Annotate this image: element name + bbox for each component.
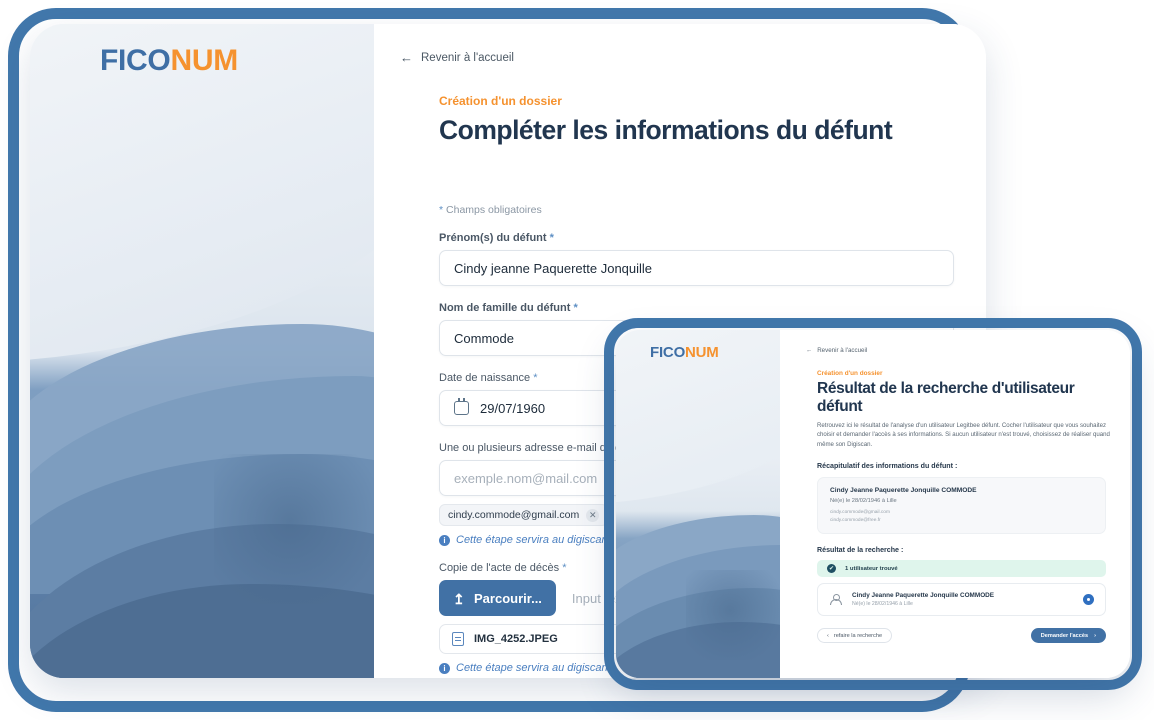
result-title: Résultat de la recherche d'utilisateur d… [817, 380, 1075, 415]
input-firstname[interactable]: Cindy jeanne Paquerette Jonquille [439, 250, 954, 286]
info-icon: i [439, 662, 450, 674]
input-email-placeholder: exemple.nom@mail.com [454, 470, 598, 486]
logo-part-fico: FICO [650, 344, 686, 361]
digiscan-hint-2-label: Cette étape servira au digiscan [456, 662, 608, 674]
required-note-label: Champs obligatoires [446, 204, 542, 216]
required-asterisk: * [573, 302, 578, 314]
result-intro: Retrouvez ici le résultat de l'analyse d… [817, 422, 1110, 448]
recap-heading: Récapitulatif des informations du défunt… [817, 462, 958, 471]
request-access-button[interactable]: Demander l'accès › [1030, 628, 1106, 644]
required-asterisk: * [562, 562, 567, 574]
success-badge: ✔ 1 utilisateur trouvé [817, 560, 1106, 578]
required-asterisk: * [533, 372, 538, 384]
redo-search-label: refaire la recherche [833, 632, 883, 639]
brand-panel: FICONUM [30, 24, 374, 678]
required-asterisk: * [439, 204, 444, 216]
search-result-card: FICONUM ← Revenir à l'accueil Création d… [616, 330, 1130, 678]
arrow-left-icon: ← [400, 50, 413, 65]
browse-button-label: Parcourir... [474, 590, 542, 606]
result-row-texts: Cindy Jeanne Paquerette Jonquille COMMOD… [852, 592, 994, 608]
digiscan-hint-label: Cette étape servira au digiscan [456, 534, 608, 546]
close-icon[interactable]: ✕ [586, 508, 600, 522]
document-icon [452, 632, 464, 646]
back-to-home-link[interactable]: ← Revenir à l'accueil [400, 50, 514, 65]
required-asterisk: * [549, 232, 554, 244]
check-icon: ✔ [827, 564, 836, 574]
logo-part-num: NUM [170, 44, 238, 77]
label-firstname: Prénom(s) du défunt * [439, 232, 954, 244]
action-bar: ‹ refaire la recherche Demander l'accès … [817, 628, 1106, 644]
input-firstname-value: Cindy jeanne Paquerette Jonquille [454, 260, 653, 276]
info-icon: i [439, 534, 450, 546]
browse-button[interactable]: Parcourir... [439, 580, 556, 616]
back-link-label: Revenir à l'accueil [421, 51, 514, 64]
result-row-birth: Né(e) le 28/02/1946 à Lille [852, 601, 913, 608]
email-chip[interactable]: cindy.commode@gmail.com ✕ [439, 504, 609, 526]
radio-button-selected[interactable] [1083, 594, 1094, 606]
logo-ficonum: FICONUM [100, 44, 238, 78]
label-lastname-text: Nom de famille du défunt [439, 302, 571, 314]
result-row[interactable]: Cindy Jeanne Paquerette Jonquille COMMOD… [817, 583, 1106, 617]
request-access-label: Demander l'accès [1040, 632, 1089, 639]
result-row-name: Cindy Jeanne Paquerette Jonquille COMMOD… [852, 591, 995, 599]
upload-icon [453, 592, 466, 605]
success-badge-label: 1 utilisateur trouvé [845, 565, 898, 572]
recap-box: Cindy Jeanne Paquerette Jonquille COMMOD… [817, 477, 1106, 535]
result-body: Création d'un dossier Résultat de la rec… [817, 370, 1110, 644]
label-death-certificate-text: Copie de l'acte de décès [439, 562, 560, 574]
calendar-icon [454, 398, 469, 415]
result-heading: Résultat de la recherche : [817, 546, 904, 555]
recap-emails: cindy.commode@gmail.com cindy.commode@fr… [830, 510, 890, 523]
result-eyebrow: Création d'un dossier [817, 370, 883, 377]
label-firstname-text: Prénom(s) du défunt [439, 232, 547, 244]
recap-birth: Né(e) le 28/02/1946 à Lille [830, 498, 897, 505]
input-birthdate-value: 29/07/1960 [480, 400, 546, 416]
logo-part-num: NUM [685, 344, 719, 361]
page-title: Compléter les informations du défunt [439, 115, 893, 145]
back-link-label: Revenir à l'accueil [817, 347, 868, 354]
user-icon [829, 593, 842, 606]
chevron-right-icon: › [1094, 632, 1096, 639]
decorative-blob [686, 570, 780, 660]
label-lastname: Nom de famille du défunt * [439, 302, 954, 314]
arrow-left-icon: ← [806, 347, 813, 354]
recap-name: Cindy Jeanne Paquerette Jonquille COMMOD… [830, 487, 977, 495]
logo-part-fico: FICO [100, 44, 171, 77]
back-to-home-link-secondary[interactable]: ← Revenir à l'accueil [806, 347, 867, 354]
form-eyebrow: Création d'un dossier [439, 94, 562, 108]
label-birthdate-text: Date de naissance [439, 372, 531, 384]
uploaded-file-name: IMG_4252.JPEG [474, 633, 558, 645]
screenshot-stage: FICONUM ← Revenir à l'accueil Création d… [0, 0, 1154, 720]
logo-ficonum-secondary: FICONUM [650, 344, 719, 361]
email-chip-label: cindy.commode@gmail.com [448, 509, 580, 521]
required-fields-note: * Champs obligatoires [439, 204, 954, 216]
input-lastname-value: Commode [454, 330, 514, 346]
chevron-left-icon: ‹ [827, 632, 829, 639]
result-panel: ← Revenir à l'accueil Création d'un doss… [780, 330, 1130, 678]
redo-search-button[interactable]: ‹ refaire la recherche [817, 628, 893, 644]
decorative-blob [214, 454, 374, 604]
brand-panel-secondary: FICONUM [616, 330, 780, 678]
